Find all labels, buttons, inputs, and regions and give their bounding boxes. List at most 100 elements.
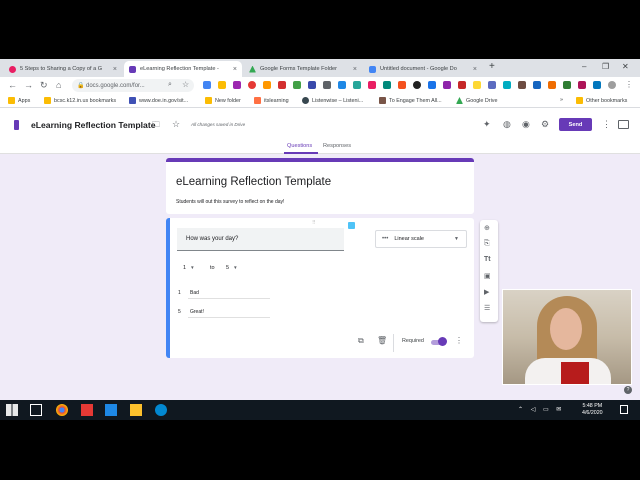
extension-icon[interactable] (218, 81, 226, 89)
close-window-icon[interactable]: ✕ (622, 62, 629, 71)
task-view-icon[interactable] (30, 404, 42, 416)
bookmark-star-icon[interactable]: ☆ (182, 80, 189, 89)
reload-icon[interactable]: ↻ (40, 80, 48, 91)
forward-icon[interactable]: → (24, 80, 33, 90)
extension-icon[interactable] (548, 81, 556, 89)
extension-icon[interactable] (563, 81, 571, 89)
browser-tab-3[interactable]: Google Forms Template Folder × (244, 61, 362, 77)
folder-icon[interactable]: 🗀 (152, 119, 160, 133)
extension-icon[interactable] (443, 81, 451, 89)
close-icon[interactable]: × (113, 66, 117, 73)
system-tray[interactable]: ⌃ ◁ ▭ ✉ (518, 406, 564, 413)
document-title[interactable]: eLearning Reflection Template (31, 120, 155, 130)
required-toggle[interactable] (438, 337, 447, 346)
browser-tab-4[interactable]: Untitled document - Google Do × (364, 61, 482, 77)
extension-icon[interactable] (338, 81, 346, 89)
extension-icon[interactable] (578, 81, 586, 89)
more-bookmarks-icon[interactable]: » (560, 97, 563, 103)
star-icon[interactable]: ☆ (172, 119, 180, 130)
extension-icon[interactable] (488, 81, 496, 89)
address-bar[interactable]: 🔒 docs.google.com/for... (72, 79, 194, 92)
question-type-select[interactable]: ••• Linear scale ▼ (375, 230, 467, 248)
extension-icon[interactable] (593, 81, 601, 89)
account-avatar[interactable] (618, 120, 629, 129)
profile-avatar[interactable] (608, 81, 616, 89)
bookmark-item[interactable]: itslearning (254, 97, 289, 104)
import-questions-icon[interactable]: ⎘ (484, 240, 490, 248)
add-section-icon[interactable]: ☰ (484, 304, 490, 312)
bookmark-item[interactable]: Other bookmarks (576, 97, 627, 104)
extension-icon[interactable] (398, 81, 406, 89)
more-vert-icon[interactable]: ⋮ (625, 80, 633, 89)
form-title-card[interactable]: eLearning Reflection Template Students w… (166, 158, 474, 214)
drag-handle-icon[interactable]: ⠿ (312, 220, 316, 226)
home-icon[interactable]: ⌂ (56, 80, 61, 90)
windows-start-icon[interactable] (6, 404, 18, 416)
tab-responses[interactable]: Responses (323, 143, 351, 149)
extension-icon[interactable] (383, 81, 391, 89)
extension-icon[interactable] (308, 81, 316, 89)
extension-icon[interactable] (203, 81, 211, 89)
close-icon[interactable]: × (473, 66, 477, 73)
more-vert-icon[interactable]: ⋮ (602, 119, 611, 130)
file-explorer-icon[interactable] (130, 404, 142, 416)
question-title-input[interactable]: How was your day? (177, 228, 344, 251)
bookmark-item[interactable]: bcsc.k12.in.us bookmarks (44, 97, 116, 104)
extension-icon[interactable] (413, 81, 421, 89)
send-button[interactable]: Send (559, 118, 592, 131)
extension-icon[interactable] (278, 81, 286, 89)
more-vert-icon[interactable]: ⋮ (455, 336, 463, 345)
close-icon[interactable]: × (353, 66, 357, 73)
extension-icon[interactable] (353, 81, 361, 89)
extension-icon[interactable] (263, 81, 271, 89)
bookmark-item[interactable]: New folder (205, 97, 241, 104)
chrome-icon[interactable] (56, 404, 68, 416)
extension-icon[interactable] (503, 81, 511, 89)
add-image-icon[interactable]: ▣ (484, 272, 491, 280)
form-description[interactable]: Students will out this survey to reflect… (176, 199, 284, 205)
form-title[interactable]: eLearning Reflection Template (176, 176, 331, 188)
extension-icon[interactable] (533, 81, 541, 89)
extension-icon[interactable] (518, 81, 526, 89)
delete-trash-icon[interactable]: 🗑 (377, 336, 387, 345)
help-icon[interactable]: ? (624, 386, 632, 394)
bookmark-item[interactable]: Google Drive (456, 97, 497, 104)
app-icon[interactable] (155, 404, 167, 416)
extension-icon[interactable] (458, 81, 466, 89)
duplicate-icon[interactable]: ⧉ (358, 336, 364, 346)
notifications-icon[interactable] (620, 405, 628, 414)
image-add-icon[interactable] (348, 222, 355, 229)
label-max-input[interactable]: Great! (190, 309, 204, 315)
bookmark-item[interactable]: www.doe.in.gov/sit... (129, 97, 188, 104)
restore-icon[interactable]: ❐ (602, 62, 609, 71)
new-tab-button[interactable]: + (489, 61, 495, 72)
clock[interactable]: 5:48 PM 4/6/2020 (582, 403, 603, 417)
extension-icon[interactable] (323, 81, 331, 89)
extension-icon[interactable] (233, 81, 241, 89)
tab-questions[interactable]: Questions (287, 143, 312, 149)
extension-icon[interactable] (473, 81, 481, 89)
label-min-input[interactable]: Bad (190, 290, 199, 296)
bookmark-item[interactable]: Listenwise – Listeni... (302, 97, 363, 104)
app-s-red-icon[interactable] (81, 404, 93, 416)
settings-gear-icon[interactable]: ⚙ (541, 119, 549, 130)
extension-icon[interactable] (248, 81, 256, 89)
add-question-icon[interactable]: ⊕ (484, 224, 490, 232)
app-s-blue-icon[interactable] (105, 404, 117, 416)
scale-max-select[interactable]: 5 ▼ (226, 265, 238, 271)
extension-icon[interactable] (428, 81, 436, 89)
preview-eye-icon[interactable]: ◉ (522, 119, 530, 130)
addons-puzzle-icon[interactable]: ✦ (483, 119, 491, 130)
bookmark-item[interactable]: To Engage Them All... (379, 97, 442, 104)
scale-min-select[interactable]: 1 ▼ (183, 265, 195, 271)
question-card[interactable]: ⠿ How was your day? ••• Linear scale ▼ 1… (166, 218, 474, 358)
add-title-icon[interactable]: Tt (484, 256, 491, 263)
browser-tab-1[interactable]: 5 Steps to Sharing a Copy of a G × (4, 61, 122, 77)
back-icon[interactable]: ← (8, 80, 17, 90)
minimize-icon[interactable]: – (582, 62, 586, 71)
close-icon[interactable]: × (233, 66, 237, 73)
extension-icon[interactable] (293, 81, 301, 89)
extension-icon[interactable] (368, 81, 376, 89)
add-video-icon[interactable]: ▶ (484, 288, 489, 296)
bookmark-apps[interactable]: Apps (8, 97, 30, 104)
